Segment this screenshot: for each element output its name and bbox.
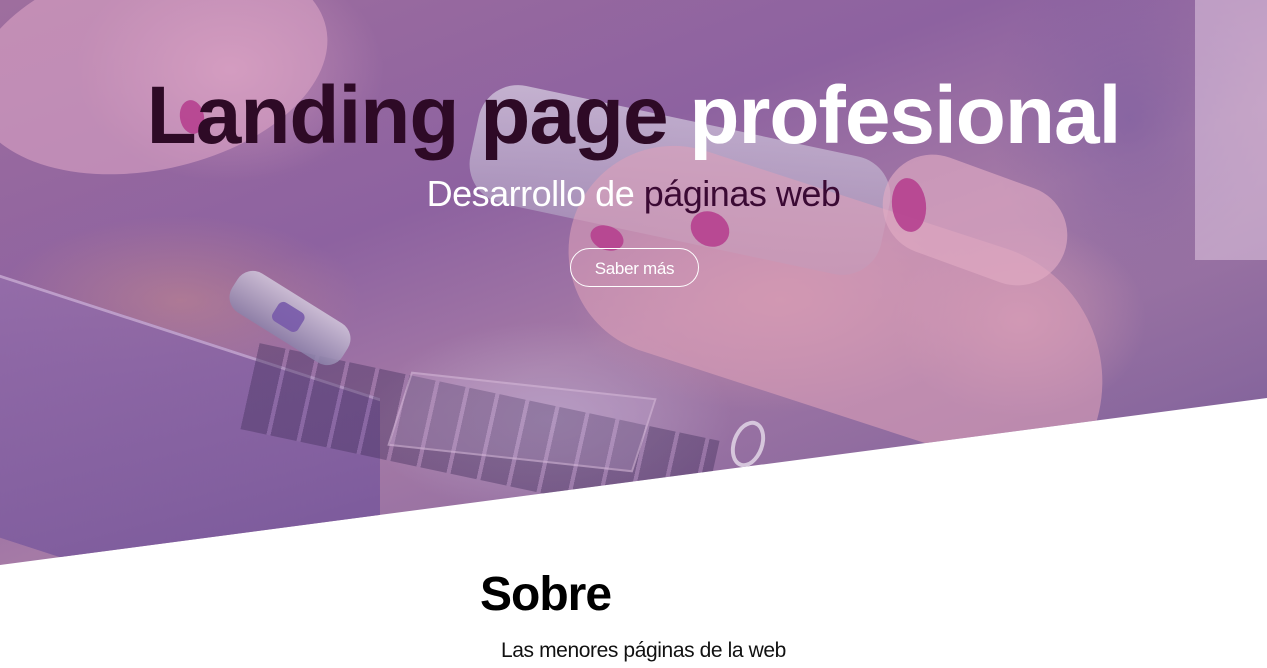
ring-shape [724, 415, 772, 473]
hero-subtitle: Desarrollo de páginas web [0, 170, 1267, 218]
about-title: Sobre [480, 568, 612, 621]
hero-title-part-dark: Landing page [146, 70, 669, 161]
landing-page: Landing page profesional Desarrollo de p… [0, 0, 1267, 668]
hero-subtitle-part-dark: páginas web [643, 173, 841, 214]
hero-title: Landing page profesional [0, 68, 1267, 164]
hero-subtitle-part-light: Desarrollo de [426, 173, 635, 214]
saber-mas-button[interactable]: Saber más [570, 248, 699, 287]
about-text: Las menores páginas de la web [501, 639, 786, 662]
hero-title-part-light: profesional [689, 70, 1121, 161]
